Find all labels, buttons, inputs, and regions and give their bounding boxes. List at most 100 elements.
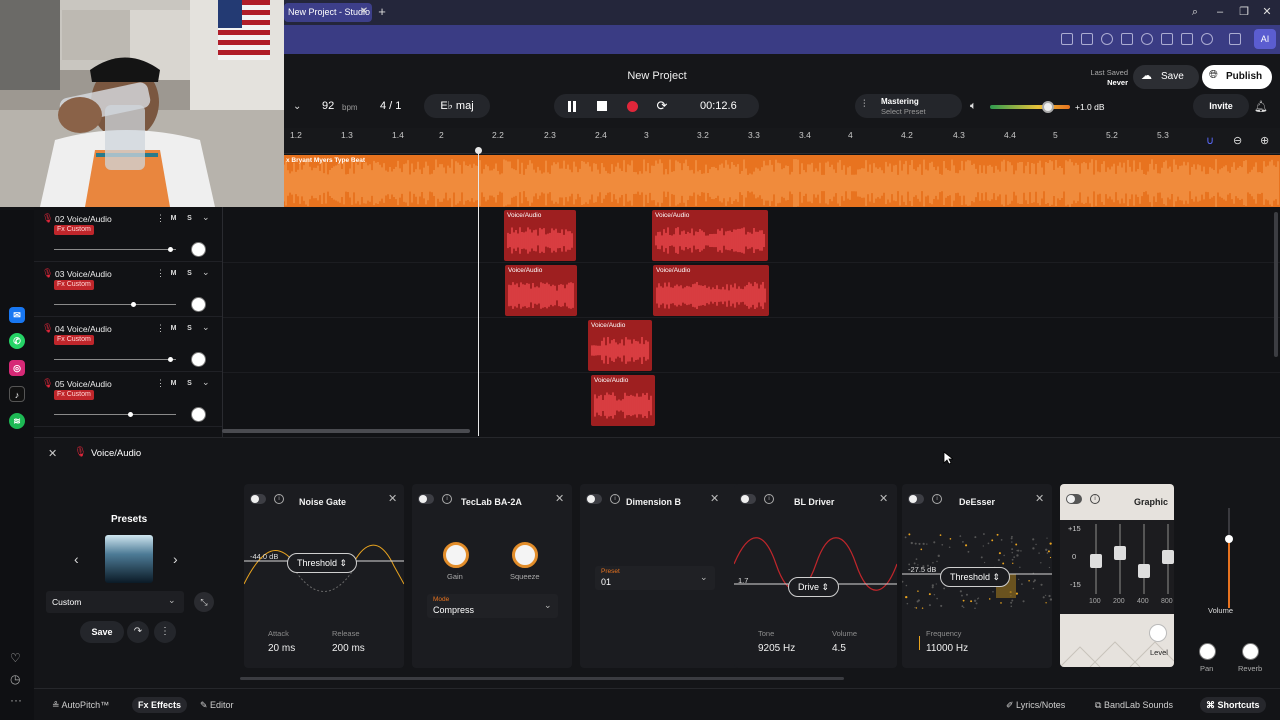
new-tab-icon[interactable]: +	[376, 5, 388, 18]
track-header[interactable]: 🎙︎ 03 Voice/Audio Fx Custom ⋮ M S ⌄	[34, 262, 222, 317]
track-volume-slider[interactable]	[54, 302, 176, 307]
track-menu-icon[interactable]: ⋮	[156, 213, 165, 224]
track-volume-slider[interactable]	[54, 412, 176, 417]
track-fx-badge[interactable]: Fx Custom	[54, 390, 94, 400]
eq-band-thumb[interactable]	[1138, 564, 1150, 578]
effects-tab[interactable]: Fx Effects	[132, 697, 188, 713]
pause-button[interactable]	[562, 96, 582, 116]
zoom-out-icon[interactable]: ⊖	[1233, 134, 1242, 147]
remove-effect-icon[interactable]: ✕	[879, 492, 888, 505]
deesser-threshold-chip[interactable]: Threshold ⇕	[940, 567, 1011, 587]
mute-button[interactable]: M	[167, 378, 180, 390]
info-icon[interactable]: i	[610, 494, 620, 504]
eq-band-thumb[interactable]	[1090, 554, 1102, 568]
release-value[interactable]: 200 ms	[332, 643, 365, 654]
close-window-icon[interactable]: ✕	[1259, 4, 1275, 20]
audio-clip[interactable]: Voice/Audio	[591, 375, 655, 426]
download-icon[interactable]	[1161, 33, 1173, 45]
chevron-down-icon[interactable]: ⌄	[293, 101, 301, 112]
time-signature[interactable]: 4 / 1	[380, 100, 401, 112]
track-name[interactable]: 02 Voice/Audio	[55, 214, 112, 224]
solo-button[interactable]: S	[183, 268, 196, 280]
audio-clip[interactable]: Voice/Audio	[652, 210, 768, 261]
preset-prev-icon[interactable]: ‹	[74, 551, 79, 567]
graphic-eq-toggle[interactable]	[1066, 494, 1082, 504]
track-menu-icon[interactable]: ⋮	[156, 268, 165, 279]
eq-band-slider[interactable]	[1138, 524, 1150, 594]
mute-button[interactable]: M	[167, 268, 180, 280]
beat-track-clip[interactable]: x Bryant Myers Type Beat	[284, 155, 1280, 207]
tempo-value[interactable]: 92	[322, 100, 334, 112]
autopitch-tab[interactable]: ≗ AutoPitch™	[52, 697, 109, 713]
reverb-knob[interactable]	[1242, 643, 1259, 660]
eq-band-thumb[interactable]	[1114, 546, 1126, 560]
track-header[interactable]: 🎙︎ 04 Voice/Audio Fx Custom ⋮ M S ⌄	[34, 317, 222, 372]
pan-knob[interactable]	[1199, 643, 1216, 660]
chevron-down-icon[interactable]: ⌄	[202, 267, 210, 278]
track-fx-badge[interactable]: Fx Custom	[54, 280, 94, 290]
teclab-toggle[interactable]	[418, 494, 434, 504]
magnet-icon[interactable]: ∪	[1206, 134, 1214, 147]
audio-clip[interactable]: Voice/Audio	[588, 320, 652, 371]
master-volume-slider[interactable]	[990, 101, 1070, 113]
info-icon[interactable]: i	[764, 494, 774, 504]
project-title[interactable]: New Project	[284, 70, 1030, 82]
zoom-in-icon[interactable]: ⊕	[1260, 134, 1269, 147]
track-fx-badge[interactable]: Fx Custom	[54, 335, 94, 345]
editor-tab[interactable]: ✎ Editor	[200, 697, 234, 713]
track-volume-thumb[interactable]	[168, 357, 173, 362]
eq-band-slider[interactable]	[1114, 524, 1126, 594]
master-volume-thumb[interactable]	[1042, 101, 1054, 113]
publish-button[interactable]: 🌐︎ Publish	[1202, 65, 1272, 89]
noise-gate-toggle[interactable]	[250, 494, 266, 504]
share-icon[interactable]: ↷	[127, 621, 149, 643]
tiktok-icon[interactable]: ♪	[9, 386, 25, 402]
audio-clip[interactable]: Voice/Audio	[653, 265, 769, 316]
chevron-down-icon[interactable]: ⌄	[202, 377, 210, 388]
track-volume-slider[interactable]	[54, 357, 176, 362]
dimension-b-toggle[interactable]	[586, 494, 602, 504]
track-volume-thumb[interactable]	[168, 247, 173, 252]
info-icon[interactable]: i	[442, 494, 452, 504]
solo-button[interactable]: S	[183, 378, 196, 390]
track-volume-slider[interactable]	[54, 247, 176, 252]
eq-band-thumb[interactable]	[1162, 550, 1174, 564]
dimension-preset-dropdown[interactable]: Preset 01 ⌄	[595, 566, 715, 590]
whatsapp-icon[interactable]: ✆	[9, 333, 25, 349]
playhead[interactable]	[478, 150, 479, 436]
profile-icon[interactable]	[1201, 33, 1213, 45]
remove-effect-icon[interactable]: ✕	[555, 492, 564, 505]
bl-driver-toggle[interactable]	[740, 494, 756, 504]
track-name[interactable]: 05 Voice/Audio	[55, 379, 112, 389]
close-panel-icon[interactable]: ✕	[48, 447, 57, 460]
stop-button[interactable]	[592, 96, 612, 116]
eq-band-slider[interactable]	[1162, 524, 1174, 594]
shield-icon[interactable]	[1101, 33, 1113, 45]
track-header[interactable]: 🎙︎ 05 Voice/Audio Fx Custom ⋮ M S ⌄	[34, 372, 222, 427]
squeeze-knob[interactable]	[512, 542, 538, 568]
solo-button[interactable]: S	[183, 323, 196, 335]
search-icon[interactable]: ⌕	[1187, 4, 1203, 20]
heart-sidebar-icon[interactable]: ♡	[10, 651, 21, 665]
gain-knob[interactable]	[443, 542, 469, 568]
invite-button[interactable]: Invite	[1193, 94, 1249, 118]
key-selector[interactable]: E♭ maj	[424, 94, 490, 118]
mode-dropdown[interactable]: Mode Compress ⌄	[427, 594, 558, 618]
frequency-value[interactable]: 11000 Hz	[926, 643, 968, 654]
bandlab-sounds-tab[interactable]: ⧉ BandLab Sounds	[1095, 697, 1173, 713]
output-volume-slider[interactable]	[1225, 508, 1233, 608]
preset-next-icon[interactable]: ›	[173, 551, 178, 567]
chevron-down-icon[interactable]: ⌄	[202, 322, 210, 333]
track-header[interactable]: 🎙︎ 02 Voice/Audio Fx Custom ⋮ M S ⌄	[34, 207, 222, 262]
solo-button[interactable]: S	[183, 213, 196, 225]
track-fx-badge[interactable]: Fx Custom	[54, 225, 94, 235]
track-pan-knob[interactable]	[191, 407, 206, 422]
mastering-selector[interactable]: ⫶ Mastering Select Preset	[855, 94, 962, 118]
output-volume-thumb[interactable]	[1225, 535, 1233, 543]
track-name[interactable]: 03 Voice/Audio	[55, 269, 112, 279]
effects-scrollbar[interactable]	[240, 677, 844, 680]
vertical-scrollbar[interactable]	[1274, 212, 1278, 357]
restore-icon[interactable]: ❐	[1236, 4, 1252, 20]
info-icon[interactable]: i	[274, 494, 284, 504]
clock-icon[interactable]: ◷	[10, 672, 20, 686]
